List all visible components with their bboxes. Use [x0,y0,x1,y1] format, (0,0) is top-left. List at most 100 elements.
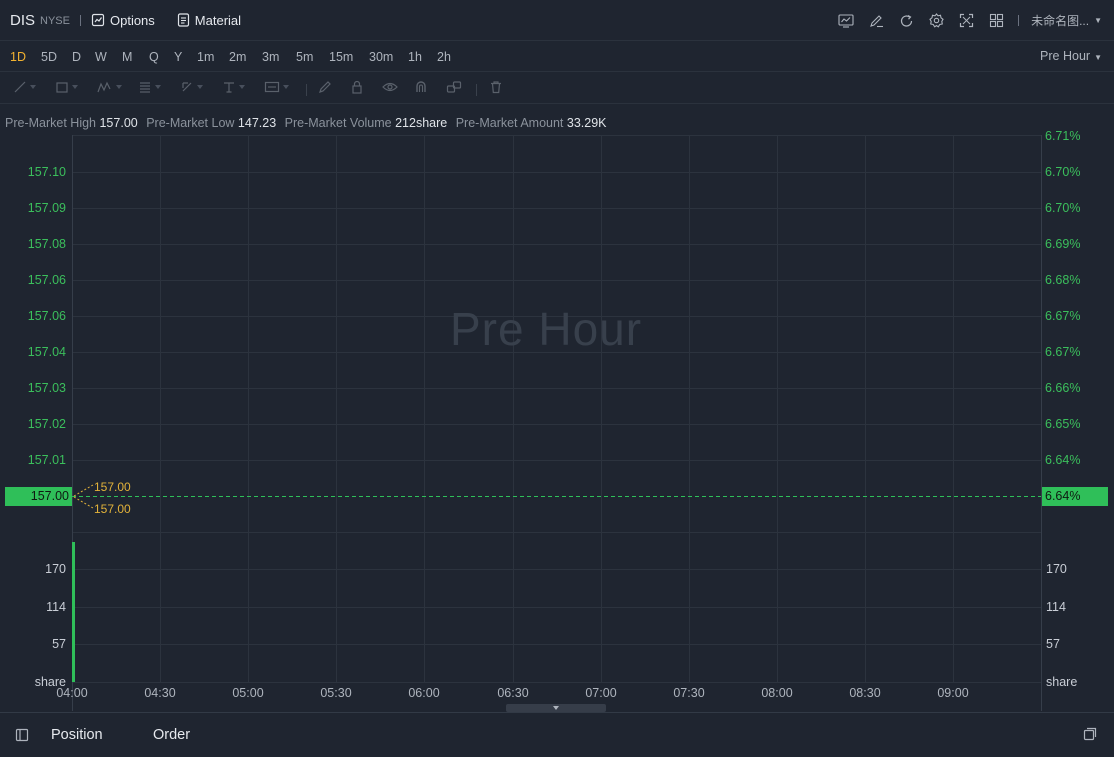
low-marker-leader [73,496,94,509]
document-icon [177,13,189,27]
chevron-down-icon [553,706,559,710]
period-5d[interactable]: 5D [41,50,57,64]
time-tick: 06:30 [497,686,529,700]
price-tick: 157.06 [27,273,66,287]
period-week[interactable]: W [95,50,107,64]
pen-icon[interactable] [318,80,332,94]
time-tick: 09:00 [937,686,969,700]
line-tool-icon[interactable] [13,80,36,94]
material-button[interactable]: Material [177,13,241,28]
draw-icon[interactable] [869,14,884,28]
bottom-panel-bar: Position Order [0,712,1114,757]
rectangle-tool-icon[interactable] [55,80,78,94]
lock-icon[interactable] [350,80,364,94]
link-icon[interactable] [446,80,462,94]
period-1m[interactable]: 1m [197,50,214,64]
session-dropdown[interactable]: Pre Hour ▼ [1040,49,1102,63]
annotation-tool-icon[interactable] [264,80,289,94]
percent-tick: 6.67% [1045,345,1081,359]
collapse-panel-handle[interactable] [506,704,606,712]
text-tool-icon[interactable] [222,80,245,94]
material-label: Material [194,12,242,28]
high-label: Pre-Market High [5,116,96,130]
header-divider [79,14,81,26]
price-tick: 157.01 [27,453,66,467]
tab-order[interactable]: Order [153,727,190,743]
current-percent-tag: 6.64% [1042,487,1108,506]
caret-down-icon: ▼ [1094,16,1102,25]
exchange-label: NYSE [40,15,70,27]
pattern-tool-icon[interactable] [97,80,122,94]
tab-position[interactable]: Position [51,727,103,743]
percent-tick: 6.66% [1045,381,1081,395]
price-tick: 157.10 [27,165,66,179]
period-30m[interactable]: 30m [369,50,393,64]
time-tick: 06:00 [408,686,440,700]
options-chart-icon [91,13,105,27]
panel-toggle-icon[interactable] [15,728,29,747]
price-tick: 157.06 [27,309,66,323]
volume-tick: 114 [1046,600,1066,614]
header-right-tools: 未命名图... ▼ [823,0,1102,41]
volume-tick: 114 [46,600,66,614]
period-2m[interactable]: 2m [229,50,246,64]
popout-icon[interactable] [1083,727,1097,746]
options-label: Options [109,12,155,28]
time-tick: 08:00 [761,686,793,700]
fullscreen-icon[interactable] [959,13,974,28]
price-tick: 157.04 [27,345,66,359]
layout-grid-icon[interactable] [989,13,1004,28]
premarket-stats: Pre-Market High 157.00 Pre-Market Low 14… [5,116,612,130]
percent-tick: 6.65% [1045,417,1081,431]
low-marker-label: 157.00 [94,502,131,516]
period-month[interactable]: M [122,50,132,64]
symbol-ticker[interactable]: DIS [10,12,35,29]
volume-value: 212share [395,116,448,130]
volume-bar [72,542,75,682]
period-quarter[interactable]: Q [149,50,159,64]
time-tick: 05:30 [320,686,352,700]
percent-tick: 6.67% [1045,309,1081,323]
period-3m[interactable]: 3m [262,50,279,64]
time-tick: 05:00 [232,686,264,700]
refresh-icon[interactable] [899,14,914,28]
period-day[interactable]: D [72,50,81,64]
volume-unit: share [1046,675,1078,689]
chart-grid [72,135,1042,711]
period-1d[interactable]: 1D [10,50,26,64]
drawing-toolbar [0,73,1114,104]
time-tick: 04:00 [56,686,88,700]
high-marker-leader [73,484,94,497]
arrow-tool-icon[interactable] [180,80,203,94]
period-bar: 1D 5D D W M Q Y 1m 2m 3m 5m 15m 30m 1h 2… [0,42,1114,72]
layout-selector[interactable]: 未命名图... ▼ [1031,12,1102,29]
period-1h[interactable]: 1h [408,50,422,64]
trash-icon[interactable] [489,80,503,94]
indicator-icon[interactable] [838,13,854,28]
price-chart[interactable]: Pre Hour 157.10 157.09 157.08 157.06 157… [0,104,1114,712]
low-label: Pre-Market Low [146,116,235,130]
price-tick: 157.03 [27,381,66,395]
percent-tick: 6.64% [1045,453,1081,467]
period-2h[interactable]: 2h [437,50,451,64]
eye-icon[interactable] [382,80,398,94]
period-5m[interactable]: 5m [296,50,313,64]
layout-name-label: 未命名图... [1031,14,1090,28]
high-marker-label: 157.00 [94,480,131,494]
amount-value: 33.29K [566,116,607,130]
period-15m[interactable]: 15m [329,50,353,64]
options-button[interactable]: Options [91,13,155,28]
header-divider-right [1018,15,1020,26]
time-tick: 08:30 [849,686,881,700]
percent-tick: 6.68% [1045,273,1081,287]
volume-tick: 170 [45,562,66,576]
fib-tool-icon[interactable] [138,80,161,94]
price-tick: 157.08 [27,237,66,251]
time-tick: 07:00 [585,686,617,700]
settings-icon[interactable] [929,13,944,28]
period-year[interactable]: Y [174,50,182,64]
volume-tick: 170 [1046,562,1067,576]
toolbar-divider [306,84,307,96]
session-watermark: Pre Hour [450,303,643,355]
magnet-icon[interactable] [414,80,428,94]
